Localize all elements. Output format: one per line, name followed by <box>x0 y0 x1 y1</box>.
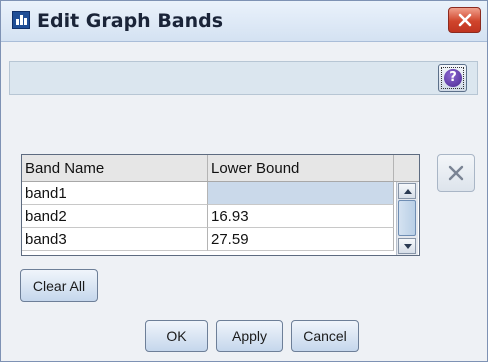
header-corner <box>394 155 419 182</box>
cancel-button[interactable]: Cancel <box>291 320 359 352</box>
help-button[interactable]: ? <box>438 64 467 92</box>
band-name-cell[interactable]: band1 <box>22 182 208 205</box>
bands-table[interactable]: Band Name Lower Bound band1 band2 16.93 … <box>21 154 420 256</box>
toolbar <box>9 61 478 95</box>
table-row[interactable]: band3 27.59 <box>22 228 394 251</box>
help-icon: ? <box>444 69 462 87</box>
delete-x-icon <box>448 165 464 181</box>
delete-band-button[interactable] <box>437 154 475 192</box>
window-title: Edit Graph Bands <box>37 10 224 32</box>
scroll-thumb[interactable] <box>398 200 416 236</box>
close-icon <box>458 13 472 27</box>
arrow-up-icon <box>404 189 412 194</box>
scroll-down-button[interactable] <box>398 238 416 254</box>
column-header-lower-bound[interactable]: Lower Bound <box>208 155 394 181</box>
lower-bound-cell[interactable]: 16.93 <box>208 205 394 228</box>
band-name-cell[interactable]: band3 <box>22 228 208 251</box>
band-name-cell[interactable]: band2 <box>22 205 208 228</box>
edit-graph-bands-dialog: Edit Graph Bands ? Band Name Lower Bound… <box>0 0 488 362</box>
clear-all-button[interactable]: Clear All <box>20 269 98 302</box>
lower-bound-cell[interactable] <box>208 182 394 205</box>
table-row[interactable]: band1 <box>22 182 394 205</box>
title-bar[interactable]: Edit Graph Bands <box>1 1 487 42</box>
apply-button[interactable]: Apply <box>216 320 283 352</box>
scroll-up-button[interactable] <box>398 183 416 199</box>
ok-button[interactable]: OK <box>145 320 208 352</box>
table-row[interactable]: band2 16.93 <box>22 205 394 228</box>
close-button[interactable] <box>448 7 481 33</box>
vertical-scrollbar[interactable] <box>396 182 418 255</box>
arrow-down-icon <box>404 244 412 249</box>
bar-chart-icon <box>12 11 30 29</box>
table-header: Band Name Lower Bound <box>22 155 394 182</box>
column-header-band-name[interactable]: Band Name <box>22 155 208 181</box>
lower-bound-cell[interactable]: 27.59 <box>208 228 394 251</box>
